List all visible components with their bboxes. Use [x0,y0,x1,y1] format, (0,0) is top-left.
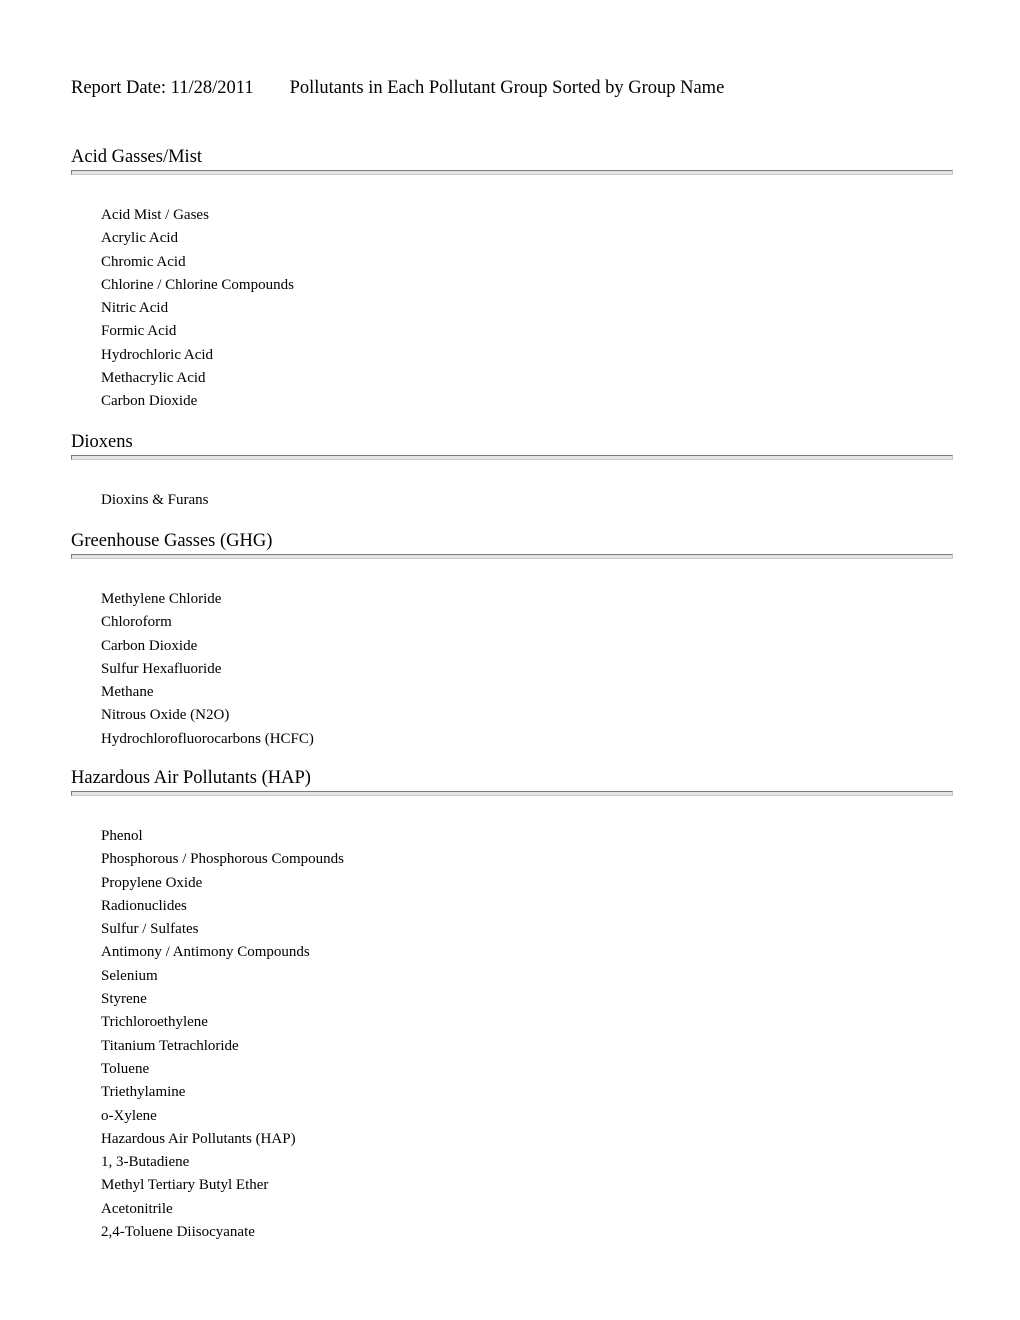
pollutant-list: Phenol Phosphorous / Phosphorous Compoun… [71,825,953,1244]
pollutant-item: Radionuclides [101,897,187,914]
report-header: Report Date: 11/28/2011 Pollutants in Eac… [71,76,724,100]
group-title: Greenhouse Gasses (GHG) [71,531,273,551]
pollutant-item: 1, 3-Butadiene [101,1154,190,1171]
pollutant-item: Methyl Tertiary Butyl Ether [101,1177,269,1194]
pollutant-item: 2,4-Toluene Diisocyanate [101,1224,255,1241]
group-divider [71,791,953,796]
pollutant-list: Dioxins & Furans [71,489,953,512]
pollutant-item: Acid Mist / Gases [101,207,209,223]
pollutant-item: Carbon Dioxide [101,393,198,410]
group-title: Acid Gasses/Mist [71,147,203,167]
pollutant-item: Formic Acid [101,323,177,340]
pollutant-item: Nitrous Oxide (N2O) [101,707,230,724]
report-title: Pollutants in Each Pollutant Group Sorte… [289,78,725,98]
pollutant-list: Methylene Chloride Chloroform Carbon Dio… [71,588,953,751]
pollutant-item: Nitric Acid [101,300,169,317]
pollutant-item: o-Xylene [101,1107,157,1124]
pollutant-item: Propylene Oxide [101,874,203,891]
pollutant-item: Selenium [101,967,158,984]
pollutant-item: Carbon Dioxide [101,637,198,654]
pollutant-item: Toluene [101,1060,150,1077]
group-dioxens: Dioxens Dioxins & Furans [71,431,953,512]
group-divider [71,455,953,460]
pollutant-item: Dioxins & Furans [101,492,209,508]
group-hazardous-air-pollutants: Hazardous Air Pollutants (HAP) Phenol Ph… [71,767,953,1244]
group-title: Dioxens [71,432,133,452]
pollutant-item: Hydrochloric Acid [101,346,214,363]
pollutant-item: Styrene [101,991,147,1008]
group-acid-gasses: Acid Gasses/Mist Acid Mist / Gases Acryl… [71,146,953,414]
pollutant-item: Chlorine / Chlorine Compounds [101,276,294,293]
pollutant-item: Titanium Tetrachloride [101,1037,239,1054]
pollutant-item: Phenol [101,828,143,844]
pollutant-item: Acetonitrile [101,1200,173,1217]
group-title: Hazardous Air Pollutants (HAP) [71,768,311,788]
pollutant-item: Chromic Acid [101,253,186,270]
group-greenhouse-gasses: Greenhouse Gasses (GHG) Methylene Chlori… [71,530,953,751]
pollutant-item: Methacrylic Acid [101,370,206,387]
pollutant-item: Methylene Chloride [101,591,222,607]
report-date: Report Date: 11/28/2011 [71,78,254,98]
pollutant-item: Hydrochlorofluorocarbons (HCFC) [101,730,314,747]
pollutant-item: Hazardous Air Pollutants (HAP) [101,1130,296,1147]
pollutant-item: Antimony / Antimony Compounds [101,944,310,961]
pollutant-item: Methane [101,684,154,701]
group-divider [71,170,953,175]
pollutant-item: Triethylamine [101,1084,186,1101]
pollutant-item: Sulfur / Sulfates [101,921,199,938]
pollutant-item: Acrylic Acid [101,230,179,247]
pollutant-item: Phosphorous / Phosphorous Compounds [101,851,344,868]
pollutant-item: Sulfur Hexafluoride [101,660,222,677]
pollutant-item: Chloroform [101,614,172,631]
pollutant-item: Trichloroethylene [101,1014,208,1031]
group-divider [71,554,953,559]
pollutant-list: Acid Mist / Gases Acrylic Acid Chromic A… [71,204,953,414]
